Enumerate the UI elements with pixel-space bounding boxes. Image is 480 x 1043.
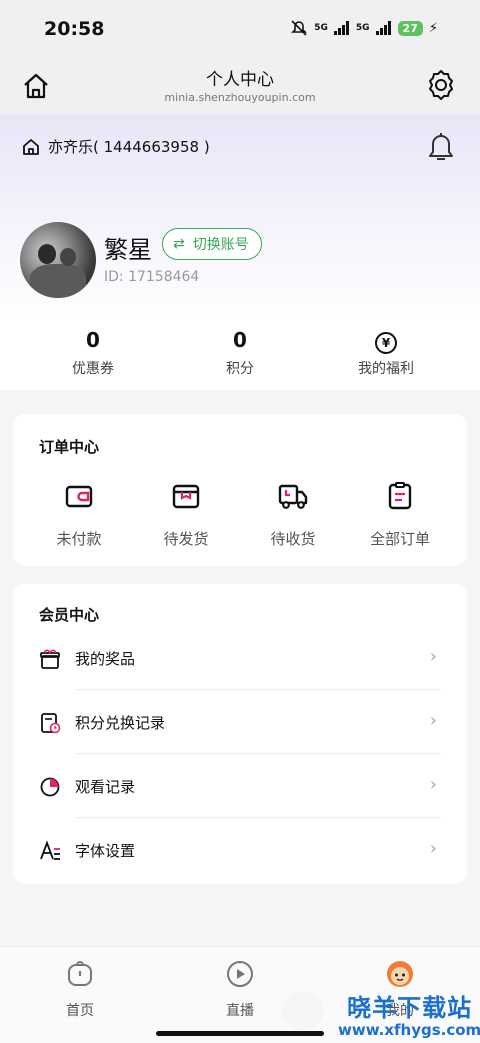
page-url: minia.shenzhouyoupin.com bbox=[164, 91, 316, 104]
signal-2-label: 5G bbox=[355, 23, 370, 33]
watermark-brand: 晓羊下载站 bbox=[347, 994, 473, 1022]
home-indicator bbox=[156, 1031, 324, 1036]
page-header: 个人中心 minia.shenzhouyoupin.com bbox=[0, 60, 480, 114]
switch-account-button[interactable]: ⇄ 切换账号 bbox=[162, 228, 262, 260]
watermark: 晓羊下载站 www.xfhygs.com bbox=[338, 988, 480, 1039]
coupons-value: 0 bbox=[86, 328, 100, 352]
watermark-site: www.xfhygs.com bbox=[338, 1021, 480, 1039]
order-all-label: 全部订单 bbox=[369, 530, 430, 548]
bell-icon[interactable] bbox=[426, 132, 456, 164]
charging-icon: ⚡ bbox=[428, 20, 438, 36]
chevron-right-icon: › bbox=[429, 774, 437, 795]
order-unpaid-label: 未付款 bbox=[56, 530, 102, 548]
coupons-stat[interactable]: 0 优惠券 bbox=[13, 328, 173, 378]
exchange-record-icon bbox=[41, 713, 61, 734]
order-center-card: 订单中心 未付款 待发货 待收货 全部订单 bbox=[13, 414, 467, 566]
store-selector[interactable]: 亦齐乐( 1444663958 ) bbox=[22, 136, 210, 157]
points-label: 积分 bbox=[226, 361, 254, 377]
order-to-ship-label: 待发货 bbox=[163, 530, 209, 548]
member-center-card: 会员中心 我的奖品 › 积分兑换记录 › 观看记录 › 字体设置 › bbox=[13, 584, 467, 884]
clipboard-icon bbox=[388, 482, 412, 510]
points-value: 0 bbox=[233, 328, 247, 352]
tab-home-label: 首页 bbox=[66, 1003, 94, 1019]
mute-icon bbox=[291, 20, 308, 36]
signal-1-icon bbox=[333, 21, 349, 35]
wallet-icon bbox=[65, 485, 93, 508]
chevron-right-icon: › bbox=[429, 646, 437, 667]
user-id: ID: 17158464 bbox=[104, 269, 200, 285]
member-item-watch-history[interactable]: 观看记录 › bbox=[13, 754, 467, 818]
member-item-watch-history-label: 观看记录 bbox=[75, 778, 136, 796]
box-icon bbox=[172, 484, 200, 509]
status-bar: 20:58 5G 5G 27 ⚡ bbox=[0, 0, 480, 60]
chevron-right-icon: › bbox=[429, 710, 437, 731]
profile-face-icon bbox=[387, 961, 413, 987]
order-to-ship[interactable]: 待发货 bbox=[136, 480, 236, 549]
member-item-font-settings[interactable]: 字体设置 › bbox=[13, 818, 467, 882]
switch-account-label: 切换账号 bbox=[192, 237, 249, 253]
welfare-label: 我的福利 bbox=[358, 361, 414, 377]
status-time: 20:58 bbox=[44, 18, 105, 40]
store-home-icon bbox=[23, 138, 39, 155]
battery-level: 27 bbox=[397, 20, 423, 36]
member-item-points-record[interactable]: 积分兑换记录 › bbox=[13, 690, 467, 754]
coupons-label: 优惠券 bbox=[72, 361, 114, 377]
order-to-receive-label: 待收货 bbox=[270, 530, 316, 548]
order-center-title: 订单中心 bbox=[39, 438, 100, 456]
swap-icon: ⇄ bbox=[173, 236, 185, 252]
points-stat[interactable]: 0 积分 bbox=[160, 328, 320, 378]
chevron-right-icon: › bbox=[429, 838, 437, 859]
store-name: 亦齐乐( 1444663958 ) bbox=[48, 138, 210, 156]
tab-home[interactable]: 首页 bbox=[0, 959, 160, 1020]
pie-chart-icon bbox=[40, 777, 60, 797]
gear-icon[interactable] bbox=[424, 68, 458, 102]
status-icons: 5G 5G 27 ⚡ bbox=[290, 20, 438, 36]
order-unpaid[interactable]: 未付款 bbox=[29, 480, 129, 549]
truck-icon bbox=[278, 484, 308, 509]
live-play-icon bbox=[227, 961, 253, 987]
member-item-prizes[interactable]: 我的奖品 › bbox=[13, 626, 467, 690]
stats-row: 0 优惠券 0 积分 ¥ 我的福利 bbox=[0, 328, 480, 384]
profile-section: 亦齐乐( 1444663958 ) 繁星 ⇄ 切换账号 ID: 17158464… bbox=[0, 114, 480, 390]
welfare-stat[interactable]: ¥ 我的福利 bbox=[306, 328, 466, 378]
member-item-points-record-label: 积分兑换记录 bbox=[75, 714, 166, 732]
signal-2-icon bbox=[375, 21, 391, 35]
watermark-sheep-logo bbox=[282, 992, 324, 1030]
yen-icon: ¥ bbox=[375, 332, 397, 354]
page-title: 个人中心 bbox=[206, 70, 274, 90]
font-icon bbox=[40, 840, 60, 860]
member-center-title: 会员中心 bbox=[39, 606, 100, 624]
home-tab-icon bbox=[68, 961, 92, 986]
member-item-font-settings-label: 字体设置 bbox=[75, 842, 136, 860]
gift-icon bbox=[40, 649, 60, 669]
avatar[interactable] bbox=[20, 222, 96, 298]
order-all[interactable]: 全部订单 bbox=[350, 480, 450, 549]
order-to-receive[interactable]: 待收货 bbox=[243, 480, 343, 549]
member-item-prizes-label: 我的奖品 bbox=[75, 650, 136, 668]
username: 繁星 bbox=[104, 236, 152, 264]
signal-1-label: 5G bbox=[314, 23, 328, 33]
